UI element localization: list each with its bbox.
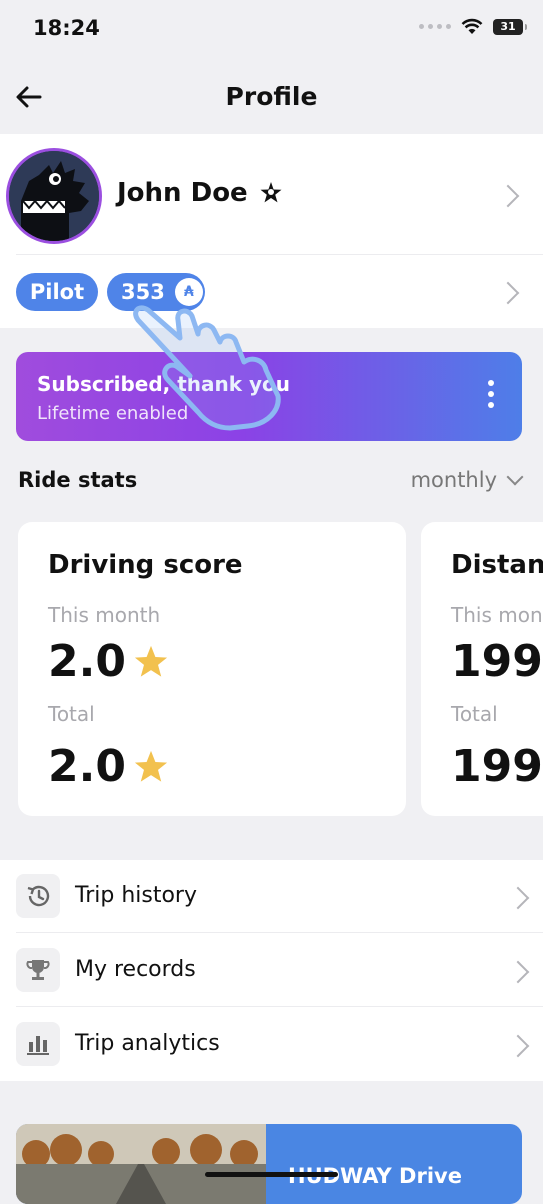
stat-label-month: This month	[451, 603, 543, 627]
page-title: Profile	[225, 82, 318, 111]
menu-item-label: Trip history	[75, 883, 197, 908]
hudway-drive-banner[interactable]: HUDWAY Drive	[16, 1124, 522, 1204]
wifi-icon	[461, 18, 483, 34]
more-options-icon[interactable]	[488, 380, 496, 408]
stat-card-title: Distance	[451, 550, 543, 580]
tap-hint-hand-icon	[133, 305, 281, 431]
divider	[16, 254, 543, 255]
avatar[interactable]	[6, 148, 102, 244]
battery-icon: 31	[493, 18, 527, 35]
chevron-down-icon	[506, 468, 524, 486]
stat-value-month: 2.0	[48, 636, 170, 687]
stat-card-title: Driving score	[48, 550, 243, 580]
stat-value: 199	[451, 741, 543, 792]
history-icon	[16, 874, 60, 918]
chevron-right-icon	[506, 886, 530, 910]
pilot-badge-icon	[260, 182, 282, 203]
stat-value: 199	[451, 636, 543, 687]
driving-score-card[interactable]: Driving score This month 2.0 Total 2.0	[18, 522, 406, 816]
status-bar: 18:24 31	[0, 0, 543, 60]
status-icons: 31	[419, 18, 527, 35]
chevron-right-icon	[506, 960, 530, 984]
status-time: 18:24	[33, 16, 100, 40]
menu-item-trip-analytics[interactable]: Trip analytics	[0, 1008, 543, 1081]
stat-label-month: This month	[48, 603, 161, 627]
nav-bar: Profile	[0, 62, 543, 134]
trophy-icon	[16, 948, 60, 992]
chevron-right-icon[interactable]	[496, 281, 520, 305]
pilot-badge[interactable]: Pilot	[16, 273, 98, 311]
menu-item-label: Trip analytics	[75, 1031, 220, 1056]
monster-avatar-icon	[9, 151, 99, 241]
road-photo	[16, 1124, 266, 1204]
stat-value: 2.0	[48, 741, 126, 792]
stat-value-total: 2.0	[48, 741, 170, 792]
stat-label-total: Total	[48, 702, 95, 726]
stat-value-total: 199	[451, 741, 543, 792]
profile-name: John Doe	[117, 178, 248, 208]
stat-label-total: Total	[451, 702, 498, 726]
bar-chart-icon	[16, 1022, 60, 1066]
menu-item-my-records[interactable]: My records	[0, 934, 543, 1007]
profile-name-row: John Doe	[117, 178, 284, 208]
period-value: monthly	[410, 468, 497, 492]
distance-card[interactable]: Distance This month 199 Total 199	[421, 522, 543, 816]
chevron-right-icon[interactable]	[496, 184, 520, 208]
star-icon	[134, 645, 168, 677]
stat-value: 2.0	[48, 636, 126, 687]
profile-menu: Trip history My records Trip analytics	[0, 860, 543, 1081]
ride-stats-heading: Ride stats	[18, 468, 138, 492]
divider	[16, 932, 543, 933]
home-indicator[interactable]	[205, 1172, 338, 1177]
star-icon	[134, 750, 168, 782]
menu-item-trip-history[interactable]: Trip history	[0, 860, 543, 933]
period-selector[interactable]: monthly	[410, 468, 524, 492]
stat-value-month: 199	[451, 636, 543, 687]
signal-icon	[419, 24, 451, 29]
divider	[16, 1006, 543, 1007]
menu-item-label: My records	[75, 957, 196, 982]
chevron-right-icon	[506, 1034, 530, 1058]
